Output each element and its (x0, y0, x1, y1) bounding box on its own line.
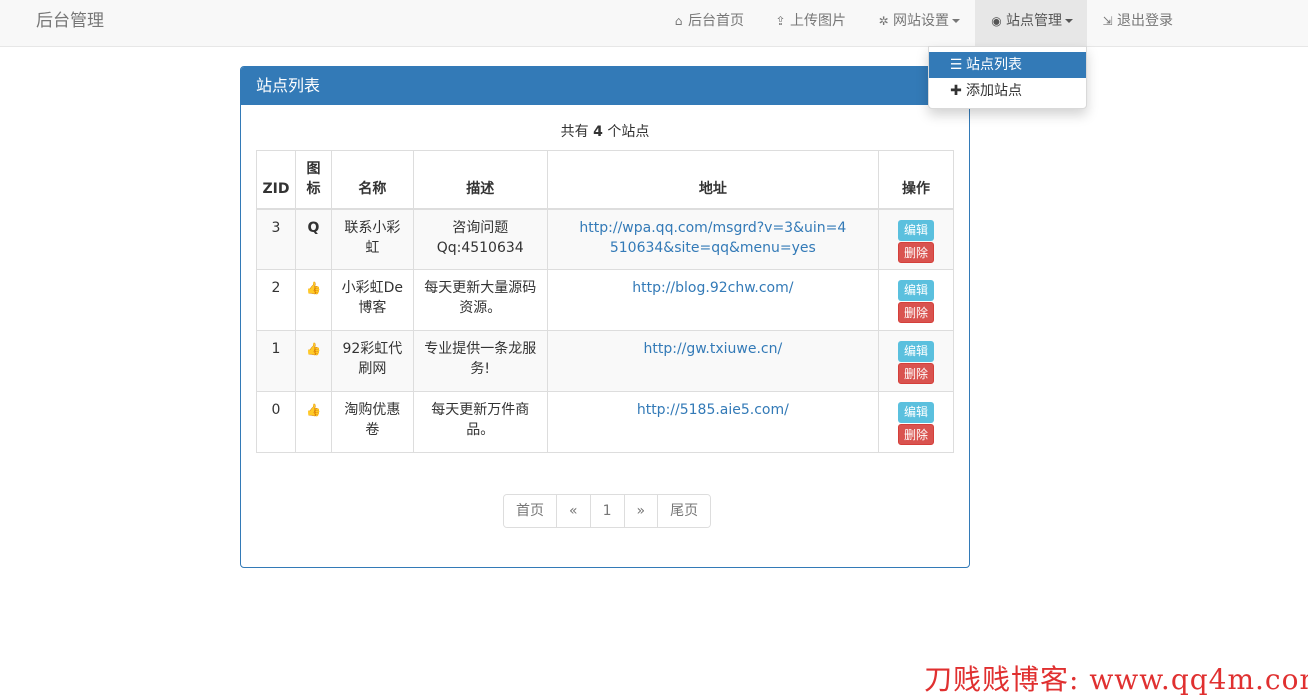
top-navbar: 后台管理 ⌂ 后台首页 ⇪ 上传图片 ✲ 网站设置 ◉ 站点管理 ⇲ 退出登录 (0, 0, 1308, 47)
cell-name: 小彩虹De博客 (330, 269, 414, 331)
pagination: 首页 « 1 » 尾页 (503, 494, 712, 528)
site-table: ZID 图标 名称 描述 地址 操作 3 Q 联系小彩虹 咨询问题Qq:4510… (256, 150, 954, 453)
page-number-1[interactable]: 1 (589, 495, 624, 527)
table-row: 0 👍 淘购优惠卷 每天更新万件商品。 http://5185.aie5.com… (256, 391, 954, 453)
cell-name: 淘购优惠卷 (330, 391, 414, 453)
cell-url: http://5185.aie5.com/ (546, 391, 880, 453)
site-url-link[interactable]: http://wpa.qq.com/msgrd?v=3&uin=4510634&… (579, 220, 846, 256)
cell-actions: 编辑 删除 (878, 208, 954, 270)
edit-button[interactable]: 编辑 (898, 219, 935, 241)
delete-button[interactable]: 删除 (898, 424, 935, 445)
header-url: 地址 (546, 150, 880, 210)
site-url-link[interactable]: http://gw.txiuwe.cn/ (643, 341, 782, 357)
cell-zid: 0 (256, 391, 296, 453)
page-last[interactable]: 尾页 (657, 495, 711, 527)
dropdown-item-site-list-label: 站点列表 (966, 57, 1022, 73)
qq-icon: Q (294, 208, 332, 270)
delete-button[interactable]: 删除 (898, 363, 935, 384)
panel-title: 站点列表 (241, 67, 969, 105)
nav-item-upload-label: 上传图片 (790, 13, 846, 29)
header-desc: 描述 (412, 150, 548, 210)
thumbs-up-icon: 👍 (294, 391, 332, 453)
header-name: 名称 (330, 150, 414, 210)
page-next[interactable]: » (623, 495, 658, 527)
caret-down-icon (952, 19, 960, 23)
cell-desc: 每天更新大量源码资源。 (412, 269, 548, 331)
navbar-brand[interactable]: 后台管理 (36, 0, 104, 46)
cog-icon: ✲ (878, 14, 889, 28)
cell-actions: 编辑 删除 (878, 391, 954, 453)
caret-down-icon (1065, 19, 1073, 23)
cell-name: 92彩虹代刷网 (330, 330, 414, 392)
site-url-link[interactable]: http://blog.92chw.com/ (632, 280, 793, 296)
nav-item-logout-label: 退出登录 (1117, 13, 1173, 29)
header-icon: 图标 (294, 150, 332, 210)
site-list-panel: 站点列表 共有 4 个站点 ZID 图标 名称 描述 地址 操作 3 Q 联系小… (240, 66, 970, 568)
nav-item-site-management[interactable]: ◉ 站点管理 (975, 0, 1087, 46)
cell-zid: 1 (256, 330, 296, 392)
summary-suffix: 个站点 (607, 124, 650, 140)
delete-button[interactable]: 删除 (898, 241, 935, 263)
upload-icon: ⇪ (775, 14, 786, 28)
table-row: 1 👍 92彩虹代刷网 专业提供一条龙服务! http://gw.txiuwe.… (256, 330, 954, 392)
page-first[interactable]: 首页 (504, 495, 556, 527)
cell-desc: 每天更新万件商品。 (412, 391, 548, 453)
logout-icon: ⇲ (1102, 14, 1113, 28)
nav-item-site-management-label: 站点管理 (1006, 13, 1062, 29)
nav-item-upload[interactable]: ⇪ 上传图片 (774, 0, 846, 46)
cell-url: http://wpa.qq.com/msgrd?v=3&uin=4510634&… (546, 208, 880, 270)
dropdown-item-site-list[interactable]: ☰ 站点列表 (929, 52, 1086, 78)
table-header-row: ZID 图标 名称 描述 地址 操作 (256, 150, 954, 210)
nav-item-home[interactable]: ⌂ 后台首页 (672, 0, 744, 46)
globe-icon: ◉ (991, 14, 1002, 28)
thumbs-up-icon: 👍 (294, 269, 332, 331)
cell-url: http://blog.92chw.com/ (546, 269, 880, 331)
header-zid: ZID (256, 150, 296, 210)
cell-actions: 编辑 删除 (878, 330, 954, 392)
thumbs-up-icon: 👍 (294, 330, 332, 392)
edit-button[interactable]: 编辑 (898, 280, 935, 301)
plus-icon: ✚ (950, 83, 962, 99)
header-actions: 操作 (878, 150, 954, 210)
edit-button[interactable]: 编辑 (898, 341, 935, 362)
cell-name: 联系小彩虹 (330, 208, 414, 270)
home-icon: ⌂ (674, 14, 683, 28)
nav-item-site-settings[interactable]: ✲ 网站设置 (877, 0, 960, 46)
dropdown-item-add-site[interactable]: ✚ 添加站点 (929, 78, 1086, 104)
watermark-text: 刀贱贱博客: www.qq4m.com (924, 663, 1308, 696)
cell-actions: 编辑 删除 (878, 269, 954, 331)
summary-prefix: 共有 (560, 124, 589, 140)
list-icon: ☰ (949, 57, 963, 73)
nav-item-site-settings-label: 网站设置 (893, 13, 949, 29)
dropdown-item-add-site-label: 添加站点 (966, 83, 1022, 99)
delete-button[interactable]: 删除 (898, 302, 935, 323)
page-prev[interactable]: « (556, 495, 590, 527)
table-row: 3 Q 联系小彩虹 咨询问题Qq:4510634 http://wpa.qq.c… (256, 208, 954, 270)
edit-button[interactable]: 编辑 (898, 402, 935, 423)
site-count-summary: 共有 4 个站点 (241, 121, 969, 141)
cell-url: http://gw.txiuwe.cn/ (546, 330, 880, 392)
summary-count: 4 (593, 124, 603, 140)
nav-item-home-label: 后台首页 (688, 13, 744, 29)
cell-desc: 专业提供一条龙服务! (412, 330, 548, 392)
site-management-dropdown: ☰ 站点列表 ✚ 添加站点 (928, 46, 1087, 109)
cell-zid: 2 (256, 269, 296, 331)
cell-zid: 3 (256, 208, 296, 270)
cell-desc: 咨询问题Qq:4510634 (412, 208, 548, 270)
nav-item-logout[interactable]: ⇲ 退出登录 (1101, 0, 1173, 46)
site-url-link[interactable]: http://5185.aie5.com/ (637, 402, 789, 418)
table-row: 2 👍 小彩虹De博客 每天更新大量源码资源。 http://blog.92ch… (256, 269, 954, 331)
